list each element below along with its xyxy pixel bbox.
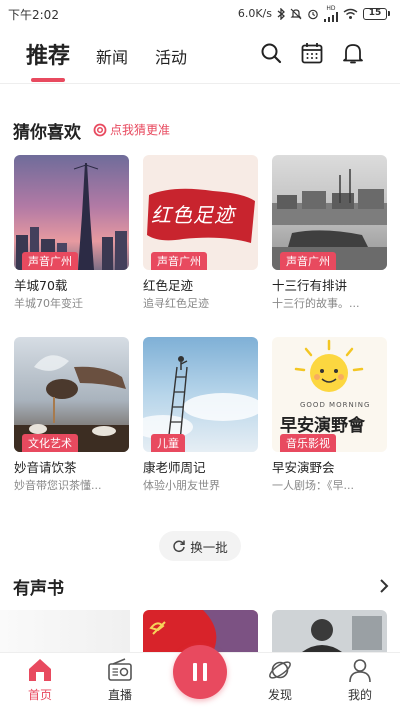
thumb-caption: GOOD MORNING	[300, 401, 371, 409]
card-title: 康老师周记	[143, 460, 206, 475]
mute-icon	[290, 8, 302, 19]
battery-icon: 15	[363, 7, 390, 20]
signal-label: HD	[326, 5, 336, 12]
card-tag: 音乐影视	[280, 434, 336, 452]
card-thumbnail: 文化艺术	[14, 337, 129, 452]
calendar-icon[interactable]	[301, 42, 323, 64]
program-card[interactable]: 文化艺术 妙音请饮茶 妙音带您识茶懂...	[14, 337, 129, 493]
battery-level: 15	[363, 7, 387, 20]
card-description: 十三行的故事。...	[272, 297, 360, 310]
card-thumbnail: 儿童	[143, 337, 258, 452]
status-bar: 下午2:02 6.0K/s HD 15	[0, 0, 400, 26]
ring-icon	[93, 123, 107, 136]
card-tag: 文化艺术	[22, 434, 78, 452]
refresh-button[interactable]: 换一批	[159, 531, 241, 561]
tab-discover-label: 发现	[267, 688, 292, 702]
card-tag: 声音广州	[280, 252, 336, 270]
card-description: 一人剧场：《早...	[272, 479, 354, 492]
radio-icon	[108, 658, 132, 681]
pause-icon	[193, 663, 207, 681]
tab-mine-label: 我的	[347, 688, 372, 702]
player-pause-button[interactable]	[173, 645, 227, 699]
refresh-icon	[173, 540, 185, 553]
tab-discover[interactable]: 发现	[250, 657, 310, 703]
card-title: 红色足迹	[143, 278, 194, 293]
chevron-right-icon[interactable]	[379, 579, 389, 593]
card-description: 羊城70年变迁	[14, 297, 83, 310]
cell-signal-icon	[324, 12, 338, 22]
net-speed: 6.0K/s	[237, 7, 272, 20]
personalize-label: 点我猜更准	[110, 123, 171, 137]
card-thumbnail: 声音广州	[272, 155, 387, 270]
recommend-title: 猜你喜欢	[13, 123, 81, 143]
card-description: 追寻红色足迹	[143, 297, 209, 310]
refresh-label: 换一批	[190, 539, 228, 555]
active-tab-indicator	[31, 78, 65, 82]
portrait-photo-image	[302, 616, 382, 652]
card-title: 妙音请饮茶	[14, 460, 77, 475]
card-title: 早安演野会	[272, 460, 335, 475]
tab-live[interactable]: 直播	[90, 657, 150, 703]
card-description: 妙音带您识茶懂...	[14, 479, 102, 492]
program-card[interactable]: 声音广州 羊城70载 羊城70年变迁	[14, 155, 129, 311]
program-card[interactable]: 红色足迹 声音广州 红色足迹 追寻红色足迹	[143, 155, 258, 311]
tab-home-label: 首页	[27, 688, 52, 702]
card-title: 十三行有排讲	[272, 278, 348, 293]
tab-home[interactable]: 首页	[10, 657, 70, 703]
bell-icon[interactable]	[342, 42, 364, 64]
thumb-text: 红色足迹	[151, 203, 235, 227]
program-card[interactable]: GOOD MORNING 早安演野會 音乐影视 早安演野会 一人剧场：《早...	[272, 337, 387, 493]
card-tag: 声音广州	[151, 252, 207, 270]
personalize-link[interactable]: 点我猜更准	[93, 121, 170, 138]
audiobook-card-partial[interactable]	[0, 610, 130, 652]
program-card[interactable]: 声音广州 十三行有排讲 十三行的故事。...	[272, 155, 387, 311]
thumb-text: 早安演野會	[280, 416, 365, 436]
alarm-icon	[308, 9, 318, 19]
card-tag: 儿童	[151, 434, 185, 452]
tab-events[interactable]: 活动	[155, 44, 187, 68]
card-thumbnail: 红色足迹 声音广州	[143, 155, 258, 270]
tab-live-label: 直播	[107, 688, 132, 702]
tab-news[interactable]: 新闻	[96, 44, 128, 68]
wifi-icon	[343, 8, 358, 19]
card-description: 体验小朋友世界	[143, 479, 220, 492]
tab-mine[interactable]: 我的	[330, 657, 390, 703]
bluetooth-icon	[277, 7, 285, 20]
card-tag: 声音广州	[22, 252, 78, 270]
top-nav: 推荐 新闻 活动	[0, 26, 400, 84]
card-title: 羊城70载	[14, 278, 68, 293]
card-thumbnail: GOOD MORNING 早安演野會 音乐影视	[272, 337, 387, 452]
audiobook-card[interactable]	[272, 610, 387, 652]
audiobook-title: 有声书	[13, 579, 64, 599]
user-icon	[349, 659, 371, 683]
home-icon	[29, 659, 51, 681]
status-time: 下午2:02	[8, 8, 59, 22]
card-thumbnail: 声音广州	[14, 155, 129, 270]
planet-icon	[269, 661, 291, 679]
program-card[interactable]: 儿童 康老师周记 体验小朋友世界	[143, 337, 258, 493]
search-icon[interactable]	[260, 42, 282, 64]
status-icons: 6.0K/s HD 15	[238, 5, 390, 22]
tab-recommend[interactable]: 推荐	[26, 38, 70, 70]
